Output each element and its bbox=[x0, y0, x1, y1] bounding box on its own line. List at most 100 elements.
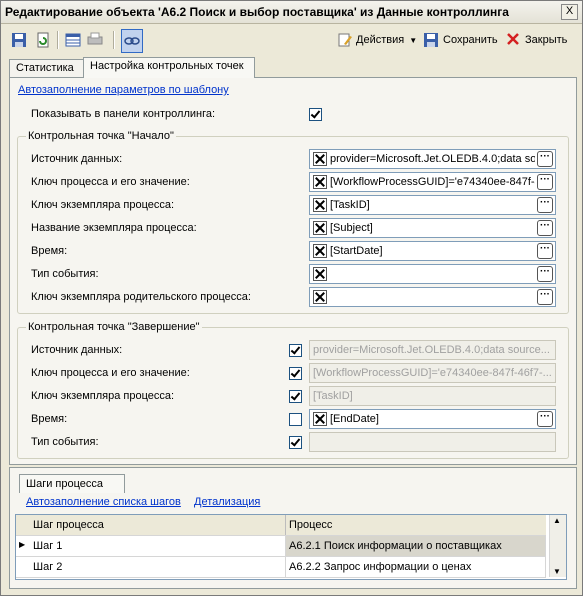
close-label: Закрыть bbox=[525, 34, 568, 46]
start-row-label: Название экземпляра процесса: bbox=[31, 222, 197, 234]
start-process-key-field[interactable]: [WorkflowProcessGUID]='e74340ee-847f-4 ·… bbox=[309, 172, 556, 192]
ellipsis-icon[interactable]: ··· bbox=[537, 243, 553, 259]
ellipsis-icon[interactable]: ··· bbox=[537, 289, 553, 305]
start-row-label: Ключ процесса и его значение: bbox=[31, 176, 190, 188]
save-disk-button[interactable] bbox=[11, 29, 27, 51]
tab-statistics[interactable]: Статистика bbox=[9, 59, 91, 77]
autofill-template-link[interactable]: Автозаполнение параметров по шаблону bbox=[18, 84, 229, 96]
printer-icon bbox=[87, 32, 103, 45]
start-instance-key-field[interactable]: [TaskID] ··· bbox=[309, 195, 556, 215]
actions-menu-button[interactable]: Действия ▼ bbox=[337, 29, 417, 51]
end-instance-key-field: [TaskID] bbox=[309, 386, 556, 406]
end-time-field[interactable]: [EndDate] ··· bbox=[309, 409, 556, 429]
save-icon bbox=[424, 33, 438, 47]
start-datasource-field[interactable]: provider=Microsoft.Jet.OLEDB.4.0;data so… bbox=[309, 149, 556, 169]
link-button[interactable] bbox=[121, 29, 143, 53]
start-parent-instance-key-field[interactable]: ··· bbox=[309, 287, 556, 307]
end-row-label: Источник данных: bbox=[31, 344, 123, 356]
clear-icon[interactable] bbox=[313, 412, 327, 426]
show-in-panel-checkbox[interactable] bbox=[309, 108, 322, 121]
start-row-label: Ключ экземпляра процесса: bbox=[31, 199, 175, 211]
field-value: provider=Microsoft.Jet.OLEDB.4.0;data so… bbox=[330, 153, 535, 165]
end-row-label: Ключ экземпляра процесса: bbox=[31, 390, 175, 402]
end-event-type-inherit-checkbox[interactable] bbox=[289, 436, 302, 449]
table-row[interactable]: ▶ Шаг 1 А6.2.1 Поиск информации о постав… bbox=[16, 536, 546, 557]
start-checkpoint-title: Контрольная точка "Начало" bbox=[26, 130, 176, 142]
toolbar: Действия ▼ Сохранить Закрыть bbox=[3, 26, 580, 54]
clear-icon[interactable] bbox=[313, 152, 327, 166]
refresh-button[interactable] bbox=[35, 29, 51, 51]
field-value: [WorkflowProcessGUID]='e74340ee-847f-4 bbox=[330, 176, 535, 188]
print-button[interactable] bbox=[87, 29, 103, 51]
floppy-disk-icon bbox=[12, 33, 26, 47]
title-bar[interactable]: Редактирование объекта 'А6.2 Поиск и выб… bbox=[1, 1, 582, 24]
process-cell[interactable]: А6.2.1 Поиск информации о поставщиках bbox=[286, 536, 546, 556]
chain-link-icon bbox=[124, 37, 140, 45]
table-view-button[interactable] bbox=[65, 29, 81, 51]
field-value: [TaskID] bbox=[330, 199, 370, 211]
tab-process-steps[interactable]: Шаги процесса bbox=[19, 474, 125, 493]
end-instance-key-inherit-checkbox[interactable] bbox=[289, 390, 302, 403]
ellipsis-icon[interactable]: ··· bbox=[537, 174, 553, 190]
save-label: Сохранить bbox=[443, 34, 498, 46]
start-event-type-field[interactable]: ··· bbox=[309, 264, 556, 284]
column-header-process[interactable]: Процесс bbox=[286, 515, 545, 535]
vertical-scrollbar[interactable]: ▲ ▼ bbox=[549, 515, 566, 577]
start-instance-name-field[interactable]: [Subject] ··· bbox=[309, 218, 556, 238]
tab-checkpoint-settings[interactable]: Настройка контрольных точек bbox=[83, 57, 255, 78]
end-row-label: Ключ процесса и его значение: bbox=[31, 367, 190, 379]
end-datasource-field: provider=Microsoft.Jet.OLEDB.4.0;data so… bbox=[309, 340, 556, 360]
field-value: provider=Microsoft.Jet.OLEDB.4.0;data so… bbox=[313, 344, 550, 356]
editor-window: Редактирование объекта 'А6.2 Поиск и выб… bbox=[0, 0, 583, 596]
table-row[interactable]: Шаг 2 А6.2.2 Запрос информации о ценах bbox=[16, 557, 546, 578]
steps-grid: Шаг процесса Процесс ▶ Шаг 1 А6.2.1 Поис… bbox=[15, 514, 567, 580]
row-pointer-icon: ▶ bbox=[19, 540, 26, 549]
field-value: [StartDate] bbox=[330, 245, 383, 257]
show-in-panel-label: Показывать в панели контроллинга: bbox=[31, 108, 216, 120]
close-icon[interactable]: X bbox=[561, 4, 578, 20]
field-value: [TaskID] bbox=[313, 390, 353, 402]
step-cell[interactable]: Шаг 2 bbox=[30, 557, 286, 577]
end-datasource-inherit-checkbox[interactable] bbox=[289, 344, 302, 357]
grid-header: Шаг процесса Процесс bbox=[16, 515, 546, 536]
window-title: Редактирование объекта 'А6.2 Поиск и выб… bbox=[5, 5, 509, 19]
document-refresh-icon bbox=[37, 32, 49, 48]
edit-actions-icon bbox=[338, 33, 352, 47]
end-time-inherit-checkbox[interactable] bbox=[289, 413, 302, 426]
start-row-label: Тип события: bbox=[31, 268, 99, 280]
ellipsis-icon[interactable]: ··· bbox=[537, 151, 553, 167]
end-process-key-inherit-checkbox[interactable] bbox=[289, 367, 302, 380]
start-row-label: Время: bbox=[31, 245, 68, 257]
start-row-label: Ключ экземпляра родительского процесса: bbox=[31, 291, 251, 303]
red-x-icon bbox=[507, 33, 519, 45]
clear-icon[interactable] bbox=[313, 175, 327, 189]
clear-icon[interactable] bbox=[313, 290, 327, 304]
autofill-steps-link[interactable]: Автозаполнение списка шагов bbox=[26, 496, 181, 508]
chevron-down-icon: ▼ bbox=[409, 35, 418, 45]
scroll-down-icon[interactable]: ▼ bbox=[553, 567, 561, 576]
process-cell[interactable]: А6.2.2 Запрос информации о ценах bbox=[286, 557, 546, 577]
end-row-label: Время: bbox=[31, 413, 68, 425]
field-value: [EndDate] bbox=[330, 413, 379, 425]
table-icon bbox=[65, 33, 81, 47]
end-checkpoint-title: Контрольная точка "Завершение" bbox=[26, 321, 202, 333]
step-cell[interactable]: Шаг 1 bbox=[30, 536, 286, 556]
start-time-field[interactable]: [StartDate] ··· bbox=[309, 241, 556, 261]
clear-icon[interactable] bbox=[313, 221, 327, 235]
ellipsis-icon[interactable]: ··· bbox=[537, 197, 553, 213]
end-process-key-field: [WorkflowProcessGUID]='e74340ee-847f-46f… bbox=[309, 363, 556, 383]
close-button[interactable]: Закрыть bbox=[506, 29, 567, 51]
save-button[interactable]: Сохранить bbox=[423, 29, 498, 51]
column-header-step[interactable]: Шаг процесса bbox=[30, 515, 286, 535]
clear-icon[interactable] bbox=[313, 198, 327, 212]
field-value: [WorkflowProcessGUID]='e74340ee-847f-46f… bbox=[313, 367, 552, 379]
clear-icon[interactable] bbox=[313, 244, 327, 258]
ellipsis-icon[interactable]: ··· bbox=[537, 411, 553, 427]
ellipsis-icon[interactable]: ··· bbox=[537, 266, 553, 282]
clear-icon[interactable] bbox=[313, 267, 327, 281]
ellipsis-icon[interactable]: ··· bbox=[537, 220, 553, 236]
details-link[interactable]: Детализация bbox=[194, 496, 260, 508]
actions-label: Действия bbox=[356, 34, 405, 46]
scroll-up-icon[interactable]: ▲ bbox=[553, 516, 561, 525]
end-row-label: Тип события: bbox=[31, 436, 99, 448]
